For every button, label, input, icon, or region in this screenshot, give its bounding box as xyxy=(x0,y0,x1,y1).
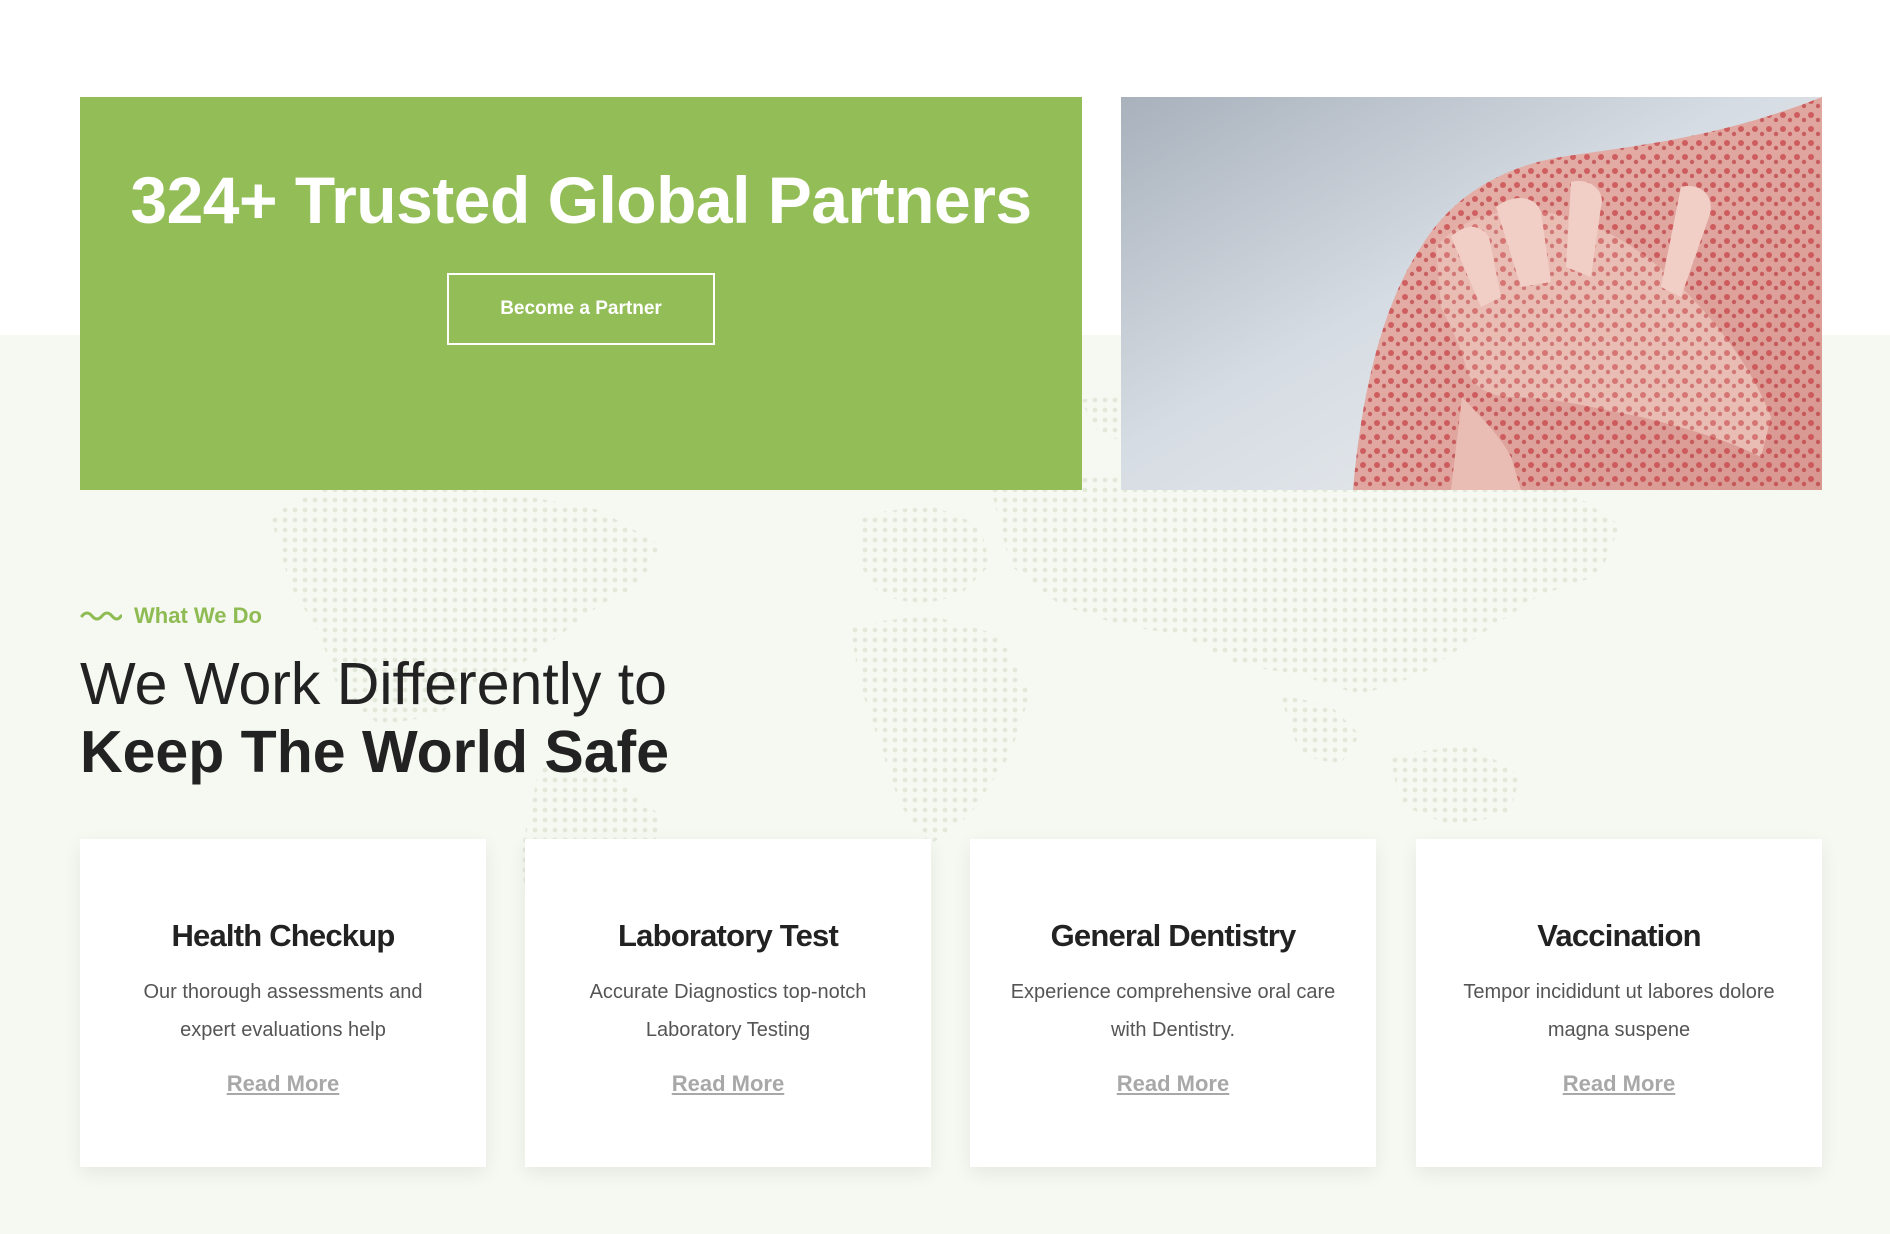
become-partner-button[interactable]: Become a Partner xyxy=(447,273,715,345)
service-card-general-dentistry: General Dentistry Experience comprehensi… xyxy=(970,839,1376,1167)
what-we-do-tag: What We Do xyxy=(80,603,262,628)
service-title: Health Checkup xyxy=(171,918,395,953)
service-description: Our thorough assessments and expert eval… xyxy=(143,981,423,1041)
service-card-vaccination: Vaccination Tempor incididunt ut labores… xyxy=(1416,839,1822,1167)
skin-condition-photo xyxy=(1121,97,1822,490)
read-more-link[interactable]: Read More xyxy=(1416,1071,1822,1097)
read-more-link[interactable]: Read More xyxy=(970,1071,1376,1097)
partners-banner: 324+ Trusted Global Partners Become a Pa… xyxy=(80,97,1082,490)
service-description: Accurate Diagnostics top-notch Laborator… xyxy=(589,981,867,1041)
read-more-link[interactable]: Read More xyxy=(80,1071,486,1097)
section-heading-line2: Keep The World Safe xyxy=(80,719,670,785)
partners-title: 324+ Trusted Global Partners xyxy=(130,163,1032,237)
wave-icon xyxy=(80,611,122,621)
service-title: Vaccination xyxy=(1537,918,1701,953)
what-we-do-label: What We Do xyxy=(134,603,262,628)
service-title: General Dentistry xyxy=(1050,918,1297,953)
service-card-health-checkup: Health Checkup Our thorough assessments … xyxy=(80,839,486,1167)
service-card-laboratory-test: Laboratory Test Accurate Diagnostics top… xyxy=(525,839,931,1167)
service-description: Tempor incididunt ut labores dolore magn… xyxy=(1463,981,1775,1041)
read-more-link[interactable]: Read More xyxy=(525,1071,931,1097)
service-title: Laboratory Test xyxy=(618,918,839,953)
service-description: Experience comprehensive oral care with … xyxy=(1010,981,1336,1041)
section-heading-line1: We Work Differently to xyxy=(80,651,667,717)
